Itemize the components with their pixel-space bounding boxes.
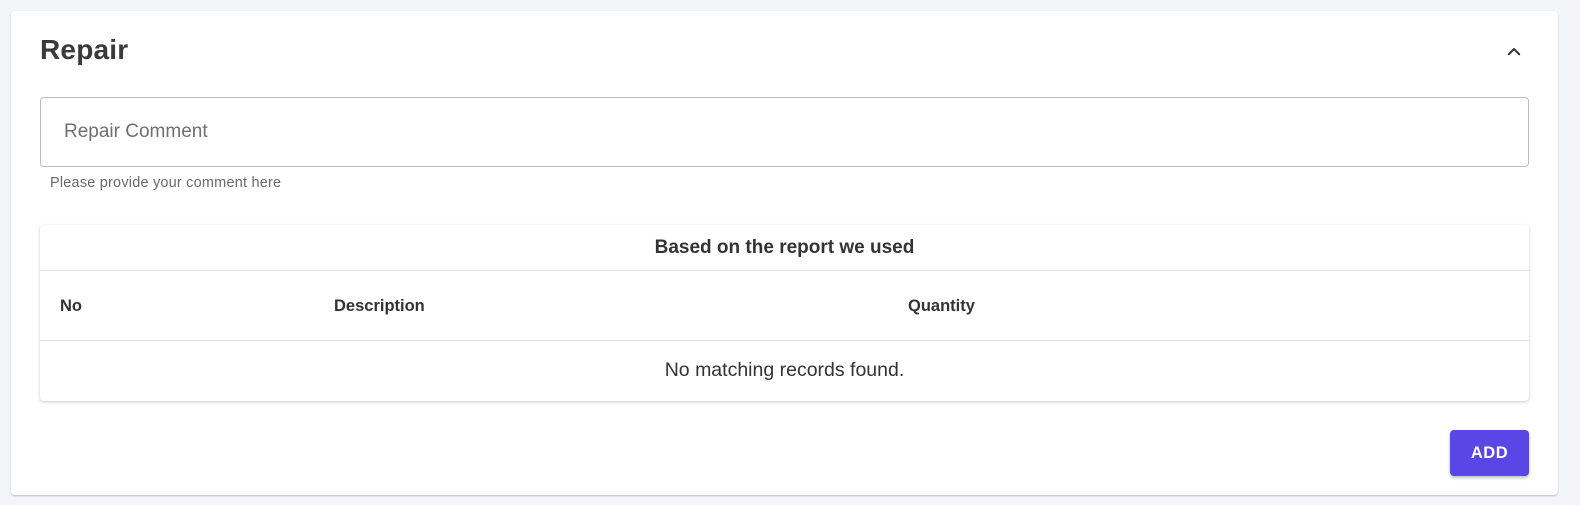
column-header-no[interactable]: No [60,271,82,341]
repair-card: Repair Please provide your comment here … [11,11,1558,495]
add-button[interactable]: ADD [1450,430,1529,476]
repair-comment-field [40,97,1529,167]
section-title: Repair [40,34,129,65]
parts-table: Based on the report we used No Descripti… [40,225,1529,401]
repair-comment-input[interactable] [41,98,1528,166]
table-caption: Based on the report we used [40,225,1529,271]
repair-comment-helper-text: Please provide your comment here [50,175,282,191]
collapse-button[interactable] [1500,38,1528,66]
table-empty-message: No matching records found. [664,359,905,381]
column-header-quantity[interactable]: Quantity [908,271,975,341]
table-header: No Description Quantity [40,271,1529,341]
chevron-up-icon [1507,48,1521,56]
column-header-description[interactable]: Description [334,271,425,341]
